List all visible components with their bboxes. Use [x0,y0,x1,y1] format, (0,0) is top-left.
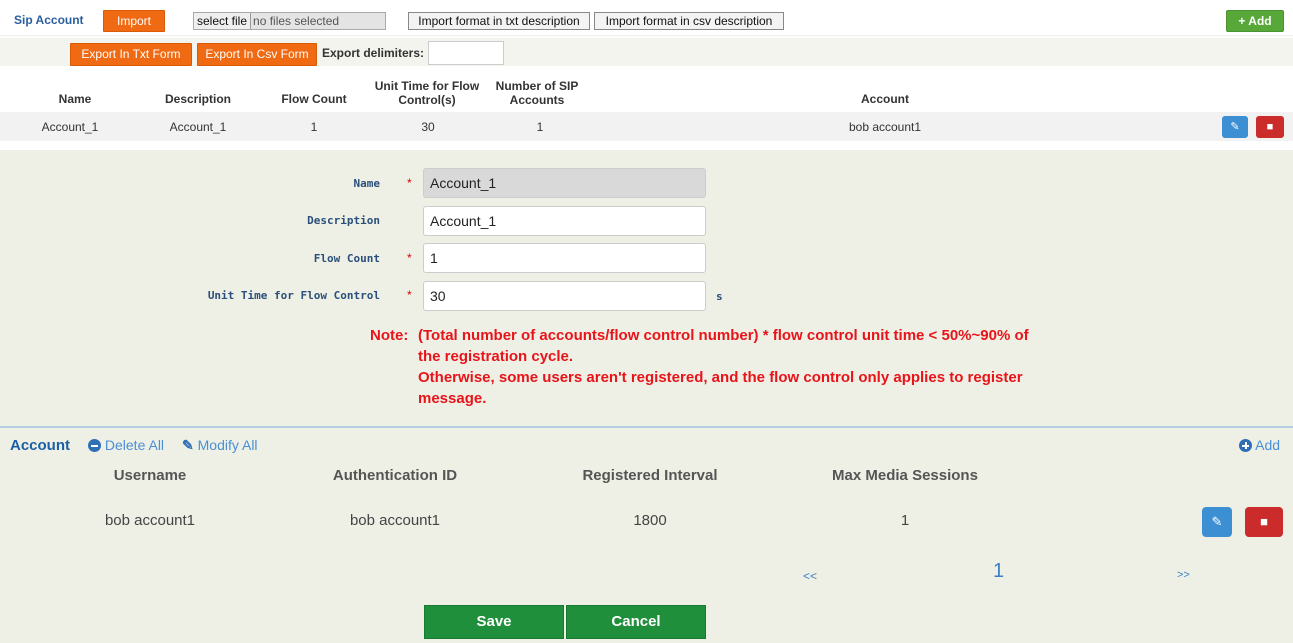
file-status: no files selected [253,14,340,28]
pager-next[interactable]: >> [1177,569,1190,581]
col-header-name: Name [58,92,92,106]
pager-current-page[interactable]: 1 [993,560,1004,583]
name-field[interactable]: Account_1 [423,168,706,198]
flow-count-field[interactable]: 1 [423,243,706,273]
trash-icon: ■ [1260,514,1268,529]
export-delimiters-input[interactable] [428,41,504,65]
delete-account-button[interactable]: ■ [1245,507,1283,537]
cell-max-media-sessions: 1 [900,512,910,529]
cell-account: bob account1 [848,120,922,134]
delete-all-label: Delete All [104,437,165,453]
delete-all-link[interactable]: Delete All [88,437,164,453]
select-file-button[interactable]: select file [194,13,252,29]
modify-all-label: Modify All [197,437,258,453]
file-input[interactable]: select file no files selected [193,12,386,30]
cell-registered-interval: 1800 [633,512,667,529]
description-label: Description [307,214,380,227]
flow-count-label: Flow Count [313,252,380,265]
edit-row-button[interactable]: ✎ [1222,116,1248,138]
edit-account-button[interactable]: ✎ [1202,507,1232,537]
toolbar-row-2 [0,38,1293,66]
export-csv-button[interactable]: Export In Csv Form [197,43,317,66]
txt-format-description-button[interactable]: Import format in txt description [408,12,590,30]
note-line: message. [418,390,487,407]
required-mark: * [407,288,412,302]
description-field[interactable]: Account_1 [423,206,706,236]
edit-icon: ✎ [1211,514,1223,529]
add-account-link[interactable]: Add [1239,437,1280,453]
plus-circle-icon [1239,439,1252,452]
modify-all-link[interactable]: ✎ Modify All [182,437,258,454]
csv-format-description-button[interactable]: Import format in csv description [594,12,784,30]
edit-icon: ✎ [1230,121,1240,133]
add-sip-account-button[interactable]: + Add [1226,10,1284,32]
import-button[interactable]: Import [103,10,165,32]
unit-time-field[interactable]: 30 [423,281,706,311]
cell-description: Account_1 [169,120,227,134]
cell-name: Account_1 [41,120,99,134]
cell-flow-count: 1 [310,120,318,134]
col-header-max-media-sessions: Max Media Sessions [832,467,978,484]
cell-username: bob account1 [104,512,196,529]
col-header-username: Username [113,467,187,484]
col-header-unit-time: Unit Time for Flow Control(s) [374,79,480,107]
unit-time-label: Unit Time for Flow Control [207,289,380,302]
delete-row-button[interactable]: ■ [1256,116,1284,138]
col-header-num-accounts: Number of SIP Accounts [495,79,579,107]
note-prefix: Note: [370,327,409,344]
col-header-registered-interval: Registered Interval [582,467,718,484]
col-header-account: Account [861,92,909,106]
unit-suffix: s [716,290,723,303]
export-delimiters-label: Export delimiters: [322,46,425,60]
note-text: (Total number of accounts/flow control n… [418,325,1238,409]
col-header-auth-id: Authentication ID [332,467,458,484]
name-label: Name [353,177,381,190]
cell-num-accounts: 1 [536,120,544,134]
cell-unit-time: 30 [421,120,435,134]
edit-icon: ✎ [182,437,194,453]
pager-prev[interactable]: << [803,569,817,583]
note-line: the registration cycle. [418,348,574,365]
trash-icon: ■ [1266,121,1274,133]
cancel-button[interactable]: Cancel [566,605,706,639]
page-title: Sip Account [14,13,84,27]
required-mark: * [407,176,412,190]
col-header-flow-count: Flow Count [281,92,347,106]
note-line: (Total number of accounts/flow control n… [418,327,1029,344]
required-mark: * [407,251,412,265]
export-txt-button[interactable]: Export In Txt Form [70,43,192,66]
add-account-label: Add [1255,437,1281,453]
cell-auth-id: bob account1 [349,512,441,529]
note-line: Otherwise, some users aren't registered,… [418,369,1023,386]
col-header-description: Description [164,92,231,106]
section-divider [0,426,1293,428]
save-button[interactable]: Save [424,605,564,639]
account-section-title: Account [10,437,70,454]
minus-circle-icon [88,439,101,452]
